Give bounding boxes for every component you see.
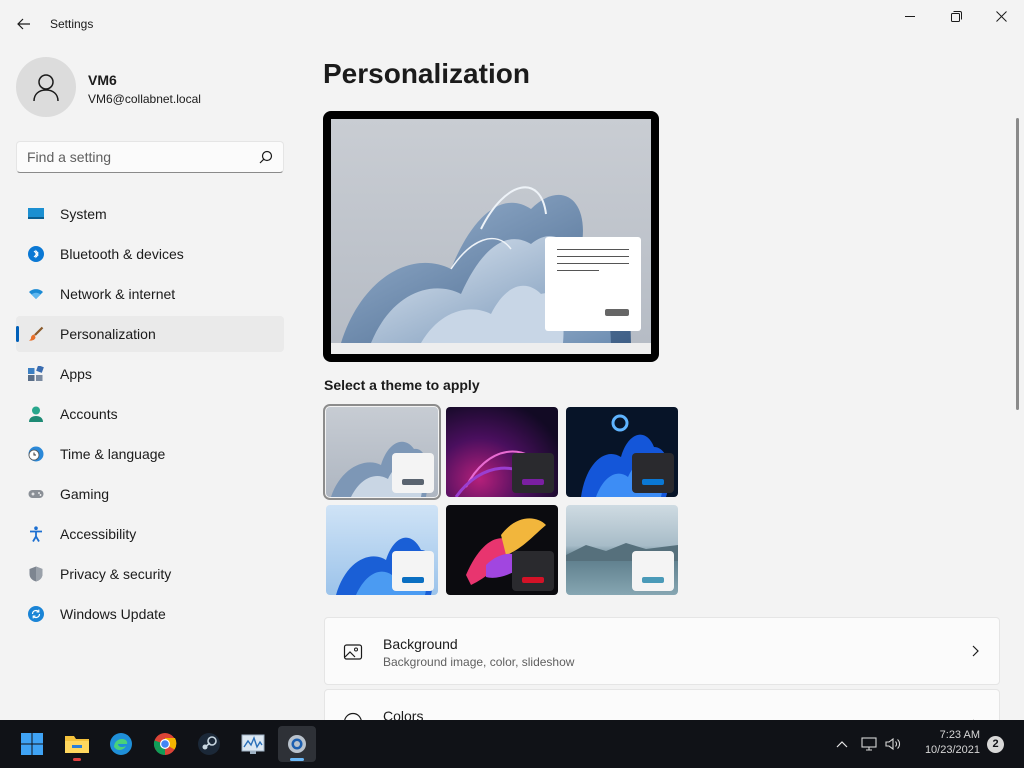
sidebar-item-personalization[interactable]: Personalization [16,316,284,352]
preview-taskbar [331,343,651,354]
close-button[interactable] [978,0,1024,32]
theme-preview [323,111,659,362]
accessibility-icon [30,526,42,542]
app-title: Settings [50,17,94,31]
back-button[interactable] [10,10,38,38]
active-indicator [16,326,19,342]
sidebar-item-time-language[interactable]: Time & language [16,436,284,472]
sidebar-item-privacy[interactable]: Privacy & security [16,556,284,592]
theme-mini-window [632,551,674,591]
scrollbar[interactable] [1016,118,1019,410]
sidebar-item-label: Windows Update [60,606,166,622]
user-email: VM6@collabnet.local [88,92,201,106]
search-icon[interactable] [259,150,273,164]
sidebar-item-label: Apps [60,366,92,382]
steam-button[interactable] [190,726,228,762]
edge-button[interactable] [102,726,140,762]
chrome-button[interactable] [146,726,184,762]
network-status-button[interactable] [858,720,880,768]
bluetooth-icon [28,246,44,262]
sidebar-item-label: Personalization [60,326,156,342]
sidebar-item-label: Accounts [60,406,118,422]
performance-monitor-button[interactable] [234,726,272,762]
performance-monitor-icon [241,734,265,754]
title-bar: Settings [0,0,1024,48]
sidebar-item-windows-update[interactable]: Windows Update [16,596,284,632]
theme-captured-motion[interactable] [446,505,558,595]
background-card-subtitle: Background image, color, slideshow [383,655,575,669]
start-button[interactable] [13,726,51,762]
network-icon [861,737,877,751]
chevron-up-icon [836,741,848,748]
steam-icon [198,733,220,755]
file-explorer-icon [65,736,89,753]
theme-section-label: Select a theme to apply [324,377,480,393]
sidebar-item-label: Time & language [60,446,166,462]
clock-date: 10/23/2021 [924,744,980,756]
theme-mini-window [512,551,554,591]
background-card[interactable]: Background Background image, color, slid… [324,617,1000,685]
sidebar-item-label: Gaming [60,486,110,502]
theme-mini-window [392,453,434,493]
sidebar-item-accessibility[interactable]: Accessibility [16,516,284,552]
sidebar-item-network[interactable]: Network & internet [16,276,284,312]
brush-icon [29,326,44,341]
preview-window [545,237,641,331]
sidebar-item-apps[interactable]: Apps [16,356,284,392]
restore-icon [950,10,962,22]
search-box[interactable] [16,141,284,173]
search-input[interactable] [27,148,247,166]
theme-windows-dark[interactable] [446,407,558,497]
theme-windows-blue[interactable] [326,505,438,595]
page-title: Personalization [323,58,530,89]
sidebar-item-label: Network & internet [60,286,176,302]
account-icon [29,406,43,422]
minimize-icon [905,16,915,17]
taskbar: 7:23 AM 10/23/2021 2 [0,720,1024,768]
theme-windows-light[interactable] [323,404,441,500]
shield-icon [29,566,43,582]
clock[interactable]: 7:23 AM 10/23/2021 [902,728,980,758]
sidebar-item-system[interactable]: System [16,196,284,232]
theme-mini-window [632,453,674,493]
notification-badge[interactable]: 2 [987,736,1004,753]
sidebar-item-label: Bluetooth & devices [60,246,184,262]
edge-icon [110,733,132,755]
restore-button[interactable] [933,0,979,32]
image-icon [343,644,363,660]
volume-icon [885,737,900,751]
sidebar-item-bluetooth[interactable]: Bluetooth & devices [16,236,284,272]
background-card-title: Background [383,636,458,652]
minimize-button[interactable] [887,0,933,32]
volume-button[interactable] [882,720,904,768]
sidebar-item-label: Privacy & security [60,566,172,582]
theme-flow[interactable] [566,505,678,595]
close-icon [995,10,1007,22]
sidebar-item-gaming[interactable]: Gaming [16,476,284,512]
back-arrow-icon [17,18,30,30]
system-icon [28,208,44,219]
sidebar-item-label: Accessibility [60,526,137,542]
chrome-icon [153,733,177,755]
file-explorer-button[interactable] [58,726,96,762]
user-name: VM6 [88,72,117,88]
sidebar-item-label: System [60,206,107,222]
gamepad-icon [28,490,44,498]
avatar[interactable] [16,57,76,117]
settings-icon [288,735,306,753]
settings-taskbar-button[interactable] [278,726,316,762]
start-icon [21,733,43,755]
apps-icon [28,366,44,381]
show-hidden-icons-button[interactable] [830,720,854,768]
theme-mini-window [512,453,554,493]
clock-time: 7:23 AM [939,729,980,741]
sidebar-item-accounts[interactable]: Accounts [16,396,284,432]
update-icon [28,606,44,622]
theme-mini-window [392,551,434,591]
user-icon [33,74,59,102]
chevron-right-icon [972,645,979,657]
wifi-icon [29,289,43,299]
theme-glow[interactable] [566,407,678,497]
clock-globe-icon [28,446,44,462]
